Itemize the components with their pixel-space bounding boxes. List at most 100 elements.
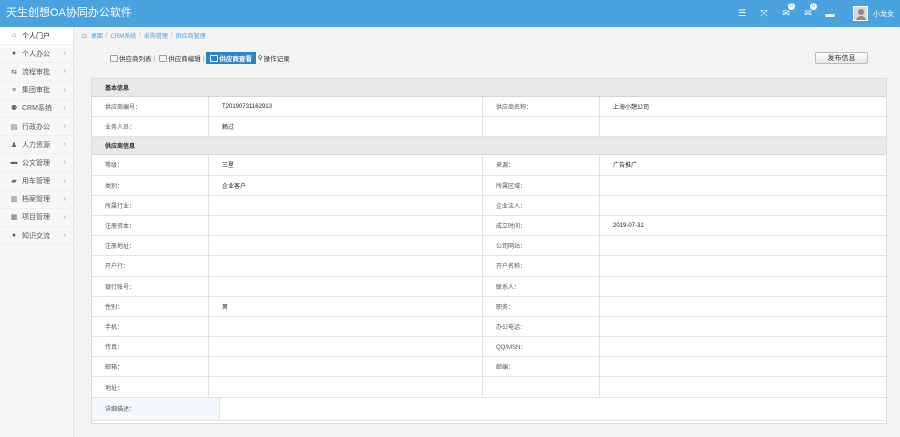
field-value: 赖过 (209, 117, 483, 138)
tab-supplier-list[interactable]: 供应商列表 | (108, 52, 157, 64)
field-value (209, 377, 483, 398)
sidebar: ⌂ 个人门户 ● 个人办公 › ⇆ 流程审批 › ≡ 集团审批 › ⚉ CRM系统 › ▤ 行政办公 › ♟ 人力资… (0, 27, 74, 437)
sidebar-item-label: 用车管理 (22, 178, 50, 186)
sidebar-item-label: 个人门户 (22, 32, 50, 40)
publish-button[interactable]: 发布信息 (815, 52, 868, 64)
field-value (209, 337, 483, 358)
field-label: 注册资本： (92, 215, 209, 237)
field-value (209, 215, 483, 237)
breadcrumb-item[interactable]: 采购管理 (144, 31, 168, 40)
sidebar-item[interactable]: ▰ 用车管理 › (0, 173, 73, 191)
sidebar-item[interactable]: ⌂ 个人门户 (0, 27, 73, 46)
sidebar-item[interactable]: ≡ 集团审批 › (0, 82, 73, 100)
fullscreen-icon[interactable]: ⤧ (753, 0, 775, 27)
detail-label: 详细描述： (92, 397, 220, 421)
field-label: 供应商名称： (483, 97, 600, 118)
sidebar-item[interactable]: ▥ 档案管理 › (0, 191, 73, 209)
field-value (209, 316, 483, 338)
header-toolbar: ☰ ⤧ ✉ 0 ✉ 0 ▬ 小龙女 (731, 0, 900, 27)
sidebar-item[interactable]: ♟ 人力资源 › (0, 136, 73, 155)
user-name: 小龙女 (873, 10, 894, 18)
sidebar-item-label: 行政办公 (22, 123, 50, 131)
field-label: 联系人： (483, 276, 600, 297)
chevron-right-icon: › (63, 68, 66, 76)
sidebar-item[interactable]: ▤ 行政办公 › (0, 118, 73, 137)
breadcrumb: ⌂ 桌面 / CRM系统 / 采购管理 / 供应商管理 (82, 30, 206, 40)
sidebar-item-label: CRM系统 (22, 105, 52, 113)
sidebar-item-label: 公文管理 (22, 159, 50, 167)
home-icon[interactable]: ⌂ (82, 31, 87, 40)
field-label: 业务人员： (92, 117, 209, 138)
chevron-right-icon: › (63, 104, 66, 112)
sidebar-item[interactable]: ▦ 项目管理 › (0, 209, 73, 228)
field-value (600, 256, 888, 277)
tab-label: 操作记录 (263, 56, 290, 63)
field-label: 性别： (92, 296, 209, 317)
menu-icon[interactable]: ☰ (731, 0, 753, 27)
field-value (600, 176, 888, 196)
project-icon: ▦ (10, 214, 18, 222)
breadcrumb-separator: / (170, 32, 173, 38)
list-icon (110, 54, 118, 62)
field-value (600, 196, 888, 216)
comment-icon[interactable]: ▬ (819, 0, 841, 27)
tab-label: 供应商查看 (219, 56, 252, 63)
sidebar-item[interactable]: ● 个人办公 › (0, 45, 73, 64)
edit-icon (159, 54, 168, 62)
field-label: 企业法人： (483, 195, 600, 216)
sidebar-item-label: 个人办公 (22, 50, 50, 58)
tab-label: 供应商列表 (119, 56, 152, 63)
sidebar-item[interactable]: ● 知识交流 › (0, 227, 73, 246)
chevron-right-icon: › (63, 177, 66, 185)
message-icon[interactable]: ✉ 0 (797, 0, 819, 27)
app-title: 天生创想OA协同办公软件 (6, 7, 132, 19)
user-menu[interactable]: 小龙女 (847, 0, 900, 27)
field-label: 等级： (92, 155, 209, 176)
field-value (600, 277, 888, 297)
field-label: 手机： (92, 316, 209, 338)
field-value: 上海小憩公司 (600, 97, 888, 118)
section-header-supplier: 供应商信息 (92, 137, 886, 156)
field-value (209, 276, 483, 297)
chat-badge: 0 (788, 3, 795, 10)
tab-bar: 供应商列表 | 供应商编辑 | 供应商查看 ⚲ 操作记录 (108, 52, 292, 64)
sidebar-item[interactable]: ⚉ CRM系统 › (0, 100, 73, 118)
field-value: 企业客户 (209, 175, 483, 196)
tab-supplier-view[interactable]: 供应商查看 (206, 52, 256, 64)
chevron-right-icon: › (63, 86, 66, 94)
breadcrumb-separator: / (139, 32, 141, 38)
person-icon: ♟ (10, 141, 18, 149)
field-label: 类别： (92, 175, 209, 196)
field-value: 2019-07-31 (600, 216, 888, 237)
section-header-basic: 基本信息 (92, 79, 886, 97)
breadcrumb-item[interactable]: 桌面 (91, 31, 103, 40)
field-label: 所属行业： (92, 195, 209, 216)
chat-icon[interactable]: ✉ 0 (775, 0, 797, 27)
detail-row: 详细描述： (92, 397, 888, 421)
sidebar-item[interactable]: ▬ 公文管理 › (0, 154, 73, 173)
field-value (209, 357, 483, 378)
supplier-detail-panel: 基本信息 供应商编号： T20190731162913 供应商名称： 上海小憩公司 业务… (91, 78, 888, 424)
avatar (853, 6, 868, 21)
tab-label: 供应商编辑 (168, 56, 201, 63)
field-value (209, 236, 483, 257)
tab-supplier-edit[interactable]: 供应商编辑 | (157, 52, 206, 64)
chevron-right-icon: › (63, 159, 66, 167)
field-label: 公司网站： (483, 236, 600, 257)
tab-operation-log[interactable]: ⚲ 操作记录 (256, 52, 292, 64)
briefcase-icon: ▤ (10, 123, 18, 131)
sidebar-item[interactable]: ⇆ 流程审批 › (0, 63, 73, 82)
search-icon: ⚲ (257, 55, 263, 62)
message-badge: 0 (810, 3, 817, 10)
chevron-right-icon: › (63, 213, 66, 221)
field-label: 供应商编号： (92, 97, 209, 118)
field-label: 所属区域： (483, 175, 600, 196)
breadcrumb-item[interactable]: CRM系统 (111, 31, 137, 40)
sidebar-item-label: 项目管理 (22, 214, 50, 222)
user-icon: ● (11, 50, 17, 58)
sidebar-item-label: 人力资源 (22, 141, 50, 149)
field-label: 开户行： (92, 256, 209, 277)
field-value (600, 357, 888, 378)
view-icon (210, 54, 219, 62)
breadcrumb-item[interactable]: 供应商管理 (176, 31, 206, 40)
